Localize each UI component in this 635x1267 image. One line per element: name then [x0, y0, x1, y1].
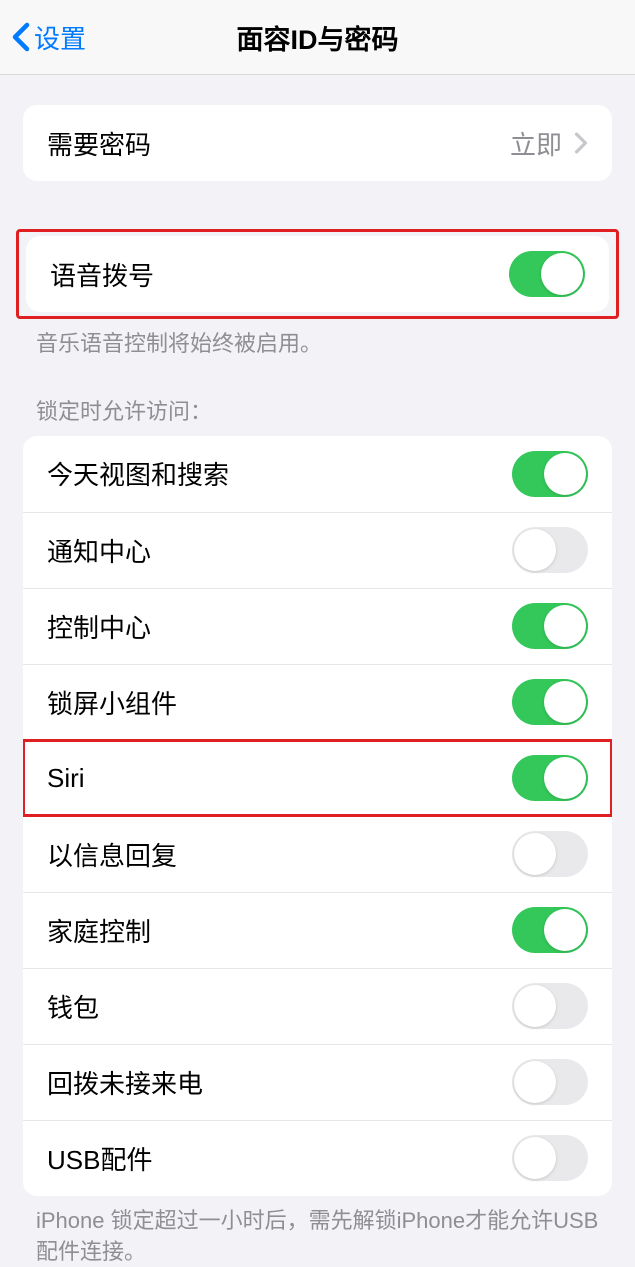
- locked-access-toggle[interactable]: [512, 451, 588, 497]
- locked-access-label: 控制中心: [47, 608, 151, 645]
- locked-access-toggle[interactable]: [512, 755, 588, 801]
- locked-access-header: 锁定时允许访问：: [0, 394, 635, 436]
- locked-access-row: Siri: [23, 740, 612, 816]
- locked-access-label: 锁屏小组件: [47, 684, 177, 721]
- locked-access-row: 锁屏小组件: [23, 664, 612, 740]
- locked-access-row: 钱包: [23, 968, 612, 1044]
- locked-access-row: 今天视图和搜索: [23, 436, 612, 512]
- locked-access-toggle[interactable]: [512, 1059, 588, 1105]
- locked-access-label: Siri: [47, 763, 85, 794]
- locked-access-toggle[interactable]: [512, 907, 588, 953]
- locked-access-label: 今天视图和搜索: [47, 455, 229, 492]
- chevron-right-icon: [574, 132, 588, 154]
- require-passcode-label: 需要密码: [47, 125, 151, 162]
- voice-dial-row: 语音拨号: [26, 236, 609, 312]
- chevron-left-icon: [12, 22, 30, 52]
- locked-access-label: 钱包: [47, 988, 99, 1025]
- require-passcode-value: 立即: [510, 125, 562, 162]
- voice-dial-label: 语音拨号: [50, 256, 154, 293]
- locked-access-toggle[interactable]: [512, 679, 588, 725]
- back-label: 设置: [34, 19, 86, 56]
- back-button[interactable]: 设置: [0, 19, 86, 56]
- voice-dial-footer: 音乐语音控制将始终被启用。: [0, 319, 635, 360]
- locked-access-footer: iPhone 锁定超过一小时后，需先解锁iPhone才能允许USB 配件连接。: [0, 1196, 635, 1267]
- locked-access-row: 以信息回复: [23, 816, 612, 892]
- locked-access-label: 通知中心: [47, 532, 151, 569]
- locked-access-label: USB配件: [47, 1140, 152, 1177]
- locked-access-row: 通知中心: [23, 512, 612, 588]
- locked-access-toggle[interactable]: [512, 831, 588, 877]
- voice-dial-toggle[interactable]: [509, 251, 585, 297]
- locked-access-row: 控制中心: [23, 588, 612, 664]
- locked-access-row: USB配件: [23, 1120, 612, 1196]
- locked-access-label: 回拨未接来电: [47, 1064, 203, 1101]
- navbar: 设置 面容ID与密码: [0, 0, 635, 75]
- locked-access-toggle[interactable]: [512, 527, 588, 573]
- locked-access-toggle[interactable]: [512, 983, 588, 1029]
- locked-access-row: 回拨未接来电: [23, 1044, 612, 1120]
- page-title: 面容ID与密码: [0, 18, 635, 57]
- locked-access-label: 以信息回复: [47, 836, 177, 873]
- locked-access-toggle[interactable]: [512, 1135, 588, 1181]
- voice-dial-highlight: 语音拨号: [16, 229, 619, 319]
- locked-access-toggle[interactable]: [512, 603, 588, 649]
- require-passcode-row[interactable]: 需要密码 立即: [23, 105, 612, 181]
- locked-access-list: 今天视图和搜索通知中心控制中心锁屏小组件 Siri 以信息回复家庭控制钱包回拨未接来…: [23, 436, 612, 1196]
- locked-access-row: 家庭控制: [23, 892, 612, 968]
- locked-access-label: 家庭控制: [47, 912, 151, 949]
